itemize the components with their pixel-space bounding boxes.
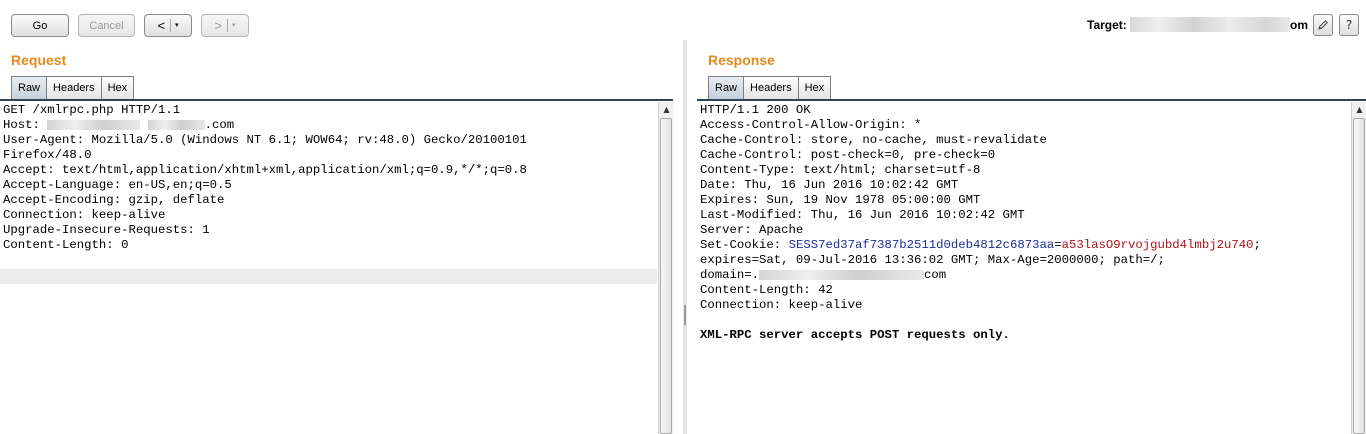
request-tab-headers[interactable]: Headers	[46, 76, 102, 99]
redacted-host-part1	[47, 119, 141, 130]
response-tab-headers[interactable]: Headers	[743, 76, 799, 99]
response-line: Cache-Control: store, no-cache, must-rev…	[700, 133, 1047, 147]
request-title: Request	[11, 52, 67, 68]
pane-splitter[interactable]	[673, 40, 697, 434]
request-line: User-Agent: Mozilla/5.0 (Windows NT 6.1;…	[3, 133, 527, 147]
redacted-domain	[759, 269, 925, 280]
response-line: Server: Apache	[700, 223, 804, 237]
response-tab-raw[interactable]: Raw	[708, 76, 745, 99]
response-content-length: Content-Length: 42	[700, 283, 833, 297]
request-tab-underline	[0, 99, 673, 101]
response-connection: Connection: keep-alive	[700, 298, 863, 312]
response-line: Date: Thu, 16 Jun 2016 10:02:42 GMT	[700, 178, 959, 192]
cancel-button-label: Cancel	[89, 19, 124, 32]
target-host-suffix: om	[1290, 18, 1308, 32]
response-line: Expires: Sun, 19 Nov 1978 05:00:00 GMT	[700, 193, 981, 207]
response-text: HTTP/1.1 200 OK Access-Control-Allow-Ori…	[700, 103, 1350, 343]
set-cookie-line: Set-Cookie: SESS7ed37af7387b2511d0deb481…	[700, 238, 1350, 253]
back-button[interactable]: < ▾	[144, 14, 192, 37]
help-icon: ?	[1345, 18, 1353, 32]
response-scrollbar[interactable]: ▲	[1351, 102, 1366, 434]
response-tabs: Raw Headers Hex	[708, 76, 832, 99]
cancel-button[interactable]: Cancel	[78, 14, 135, 37]
request-line: Upgrade-Insecure-Requests: 1	[3, 223, 210, 237]
cookie-domain-line: domain=. com	[700, 268, 1350, 283]
forward-arrow-icon: >	[214, 18, 223, 33]
request-line: Accept-Language: en-US,en;q=0.5	[3, 178, 232, 192]
scroll-up-arrow-icon[interactable]: ▲	[1354, 104, 1365, 115]
request-tabs: Raw Headers Hex	[11, 76, 135, 99]
cookie-equals: =	[1054, 238, 1062, 252]
cookie-semicolon: ;	[1253, 238, 1261, 252]
forward-button-divider	[227, 19, 229, 32]
back-button-divider	[170, 19, 172, 32]
redacted-host-part2	[147, 119, 205, 130]
request-editor[interactable]: GET /xmlrpc.php HTTP/1.1 Host: .com User…	[0, 102, 673, 434]
response-body: XML-RPC server accepts POST requests onl…	[700, 328, 1010, 342]
help-button[interactable]: ?	[1339, 14, 1359, 36]
current-line-highlight	[0, 269, 657, 284]
request-pane: Request Raw Headers Hex GET /xmlrpc.php …	[0, 44, 673, 434]
response-line: HTTP/1.1 200 OK	[700, 103, 811, 117]
request-line: Firefox/48.0	[3, 148, 92, 162]
response-title: Response	[708, 52, 775, 68]
redacted-host	[1130, 17, 1290, 32]
request-tab-raw[interactable]: Raw	[11, 76, 48, 99]
response-pane: Response Raw Headers Hex HTTP/1.1 200 OK…	[697, 44, 1366, 434]
go-button[interactable]: Go	[11, 14, 69, 37]
edit-target-button[interactable]	[1313, 14, 1333, 36]
cookie-name: SESS7ed37af7387b2511d0deb4812c6873aa	[788, 238, 1055, 252]
domain-key: domain=.	[700, 268, 760, 282]
request-line: Connection: keep-alive	[3, 208, 166, 222]
scrollbar-thumb[interactable]	[660, 118, 672, 434]
forward-history-dropdown-icon[interactable]: ▾	[232, 22, 236, 29]
host-header-key: Host:	[3, 118, 48, 132]
back-arrow-icon: <	[157, 18, 166, 33]
host-suffix: .com	[204, 118, 235, 132]
response-tab-hex[interactable]: Hex	[797, 76, 832, 99]
set-cookie-key: Set-Cookie:	[700, 238, 789, 252]
scrollbar-thumb[interactable]	[1353, 118, 1365, 434]
forward-button[interactable]: > ▾	[201, 14, 249, 37]
toolbar: Go Cancel < ▾ > ▾ Target: om ?	[0, 0, 1366, 44]
splitter-grip-icon[interactable]	[684, 305, 686, 325]
response-line: Content-Type: text/html; charset=utf-8	[700, 163, 981, 177]
splitter-bar	[683, 40, 687, 434]
request-line-host: Host: .com	[3, 118, 657, 133]
response-tab-underline	[697, 99, 1366, 101]
request-line: Accept-Encoding: gzip, deflate	[3, 193, 225, 207]
request-line: Accept: text/html,application/xhtml+xml,…	[3, 163, 527, 177]
go-button-label: Go	[32, 19, 48, 32]
response-line: Last-Modified: Thu, 16 Jun 2016 10:02:42…	[700, 208, 1025, 222]
request-tab-hex[interactable]: Hex	[100, 76, 135, 99]
request-scrollbar[interactable]: ▲	[658, 102, 673, 434]
response-line: Cache-Control: post-check=0, pre-check=0	[700, 148, 996, 162]
target-host-value: om	[1130, 17, 1308, 32]
back-history-dropdown-icon[interactable]: ▾	[175, 22, 179, 29]
target-label: Target:	[1087, 18, 1127, 32]
cookie-attributes-line: expires=Sat, 09-Jul-2016 13:36:02 GMT; M…	[700, 253, 1165, 267]
response-line: Access-Control-Allow-Origin: *	[700, 118, 922, 132]
pencil-icon	[1318, 20, 1328, 30]
response-editor[interactable]: HTTP/1.1 200 OK Access-Control-Allow-Ori…	[697, 102, 1366, 434]
domain-suffix: com	[924, 268, 947, 282]
request-line: Content-Length: 0	[3, 238, 129, 252]
request-line: GET /xmlrpc.php HTTP/1.1	[3, 103, 181, 117]
cookie-value: a53lasO9rvojgubd4lmbj2u740	[1061, 238, 1254, 252]
request-text: GET /xmlrpc.php HTTP/1.1 Host: .com User…	[3, 103, 657, 253]
scroll-up-arrow-icon[interactable]: ▲	[661, 104, 672, 115]
